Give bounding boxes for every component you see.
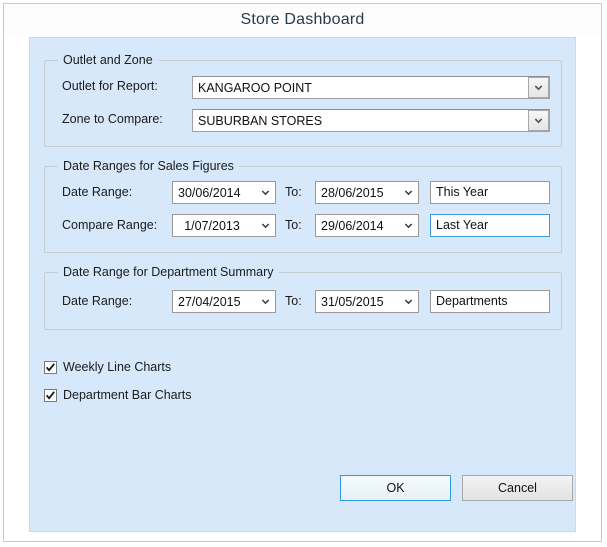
label-compare-range: Compare Range:: [62, 218, 158, 232]
combo-compare-range-to-arrow[interactable]: [398, 221, 418, 230]
chevron-down-icon: [404, 190, 412, 196]
combo-department-date-range-to[interactable]: 31/05/2015: [315, 290, 419, 313]
combo-outlet-for-report-button[interactable]: [528, 77, 549, 98]
label-outlet-for-report: Outlet for Report:: [62, 79, 158, 93]
page-title: Store Dashboard: [240, 11, 365, 28]
combo-zone-to-compare-button[interactable]: [528, 110, 549, 131]
chevron-down-icon: [534, 118, 543, 124]
ok-button[interactable]: OK: [340, 475, 451, 501]
group-sales-legend: Date Ranges for Sales Figures: [58, 159, 239, 173]
chevron-down-icon: [261, 299, 269, 305]
group-outlet-legend: Outlet and Zone: [58, 53, 158, 67]
input-department-caption[interactable]: Departments: [430, 290, 550, 313]
group-outlet-and-zone: Outlet and Zone Outlet for Report: KANGA…: [44, 53, 562, 147]
label-department-date-range: Date Range:: [62, 294, 133, 308]
combo-department-date-range-from-value: 27/04/2015: [178, 294, 241, 309]
combo-compare-range-to[interactable]: 29/06/2014: [315, 214, 419, 237]
label-zone-to-compare: Zone to Compare:: [62, 112, 163, 126]
title-bar: Store Dashboard: [4, 4, 601, 36]
combo-compare-range-from-arrow[interactable]: [255, 221, 275, 230]
check-icon: [45, 362, 55, 372]
group-department-legend: Date Range for Department Summary: [58, 265, 279, 279]
dialog-window: Store Dashboard Outlet and Zone Outlet f…: [3, 3, 602, 542]
group-date-range-department: Date Range for Department Summary Date R…: [44, 265, 562, 330]
label-to-department: To:: [285, 294, 302, 308]
combo-department-date-range-to-arrow[interactable]: [398, 297, 418, 306]
input-sales-date-range-caption[interactable]: This Year: [430, 181, 550, 204]
cancel-button[interactable]: Cancel: [462, 475, 573, 501]
combo-zone-to-compare[interactable]: SUBURBAN STORES: [192, 109, 550, 132]
combo-sales-date-range-from-value: 30/06/2014: [178, 185, 241, 200]
chevron-down-icon: [404, 223, 412, 229]
label-to-sales-1: To:: [285, 185, 302, 199]
checkbox-department-bar-charts[interactable]: Department Bar Charts: [44, 388, 192, 402]
combo-outlet-for-report-value: KANGAROO POINT: [198, 80, 312, 95]
combo-compare-range-from-value: 1/07/2013: [184, 218, 240, 233]
combo-zone-to-compare-value: SUBURBAN STORES: [198, 113, 323, 128]
combo-sales-date-range-to-value: 28/06/2015: [321, 185, 384, 200]
chevron-down-icon: [261, 223, 269, 229]
combo-sales-date-range-from[interactable]: 30/06/2014: [172, 181, 276, 204]
label-date-range: Date Range:: [62, 185, 133, 199]
combo-sales-date-range-from-arrow[interactable]: [255, 188, 275, 197]
weekly-line-charts-box[interactable]: [44, 360, 57, 374]
combo-sales-date-range-to-arrow[interactable]: [398, 188, 418, 197]
combo-department-date-range-to-value: 31/05/2015: [321, 294, 384, 309]
combo-department-date-range-from[interactable]: 27/04/2015: [172, 290, 276, 313]
input-compare-range-caption[interactable]: Last Year: [430, 214, 550, 237]
chevron-down-icon: [261, 190, 269, 196]
chevron-down-icon: [534, 85, 543, 91]
label-to-sales-2: To:: [285, 218, 302, 232]
department-bar-charts-box[interactable]: [44, 388, 57, 402]
group-date-ranges-sales: Date Ranges for Sales Figures Date Range…: [44, 159, 562, 253]
weekly-line-charts-label: Weekly Line Charts: [63, 360, 172, 374]
combo-compare-range-from[interactable]: 1/07/2013: [172, 214, 276, 237]
combo-department-date-range-from-arrow[interactable]: [255, 297, 275, 306]
checkbox-weekly-line-charts[interactable]: Weekly Line Charts: [44, 360, 171, 374]
combo-sales-date-range-to[interactable]: 28/06/2015: [315, 181, 419, 204]
department-bar-charts-label: Department Bar Charts: [63, 388, 192, 402]
dialog-content-panel: Outlet and Zone Outlet for Report: KANGA…: [29, 37, 576, 532]
combo-compare-range-to-value: 29/06/2014: [321, 218, 384, 233]
chevron-down-icon: [404, 299, 412, 305]
check-icon: [45, 390, 55, 400]
combo-outlet-for-report[interactable]: KANGAROO POINT: [192, 76, 550, 99]
